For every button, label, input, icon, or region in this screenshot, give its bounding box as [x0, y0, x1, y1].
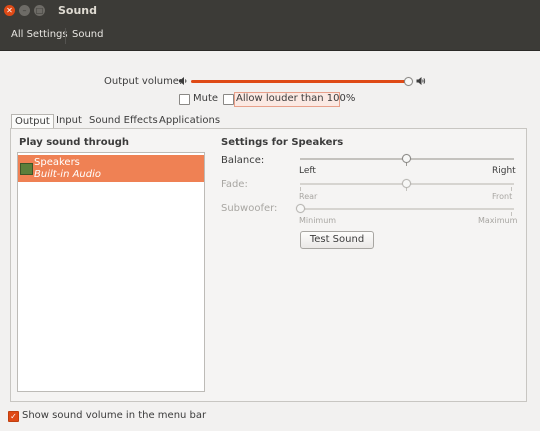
speaker-high-icon[interactable]: [416, 76, 426, 86]
subwoofer-label: Subwoofer:: [221, 203, 278, 214]
subwoofer-handle: [296, 204, 305, 213]
mute-label: Mute: [193, 93, 219, 104]
balance-label: Balance:: [221, 155, 265, 166]
output-volume-slider[interactable]: [191, 80, 409, 83]
output-device-list[interactable]: Speakers Built-in Audio: [17, 152, 205, 392]
balance-right-label: Right: [492, 166, 516, 176]
subwoofer-min-label: Minimum: [299, 216, 337, 225]
settings-toolbar: All Settings Sound: [0, 22, 540, 51]
sound-card-icon: [20, 163, 33, 175]
output-volume-handle[interactable]: [404, 77, 413, 86]
device-row-speakers[interactable]: Speakers Built-in Audio: [18, 155, 204, 182]
mute-checkbox[interactable]: [179, 94, 190, 105]
test-sound-button[interactable]: Test Sound: [300, 231, 374, 249]
close-window-button[interactable]: ✕: [4, 5, 15, 16]
show-volume-label: Show sound volume in the menu bar: [22, 410, 207, 421]
fade-right-label: Front: [492, 192, 513, 201]
allow-louder-label: Allow louder than 100%: [236, 93, 356, 104]
settings-heading: Settings for Speakers: [221, 137, 344, 148]
show-volume-checkbox[interactable]: ✓: [8, 411, 19, 422]
subwoofer-max-label: Maximum: [478, 216, 518, 225]
device-name: Speakers: [34, 157, 80, 168]
title-bar: ✕ – □ Sound: [0, 0, 540, 22]
subwoofer-slider: [300, 208, 514, 210]
sound-breadcrumb: Sound: [72, 29, 104, 40]
maximize-window-button[interactable]: □: [34, 5, 45, 16]
device-subtitle: Built-in Audio: [34, 169, 102, 180]
all-settings-button[interactable]: All Settings: [11, 29, 68, 40]
output-volume-label: Output volume:: [104, 76, 183, 87]
window-title: Sound: [58, 4, 98, 17]
fade-label: Fade:: [221, 179, 248, 190]
toolbar-separator: [65, 28, 66, 44]
balance-left-label: Left: [299, 166, 316, 176]
allow-louder-checkbox[interactable]: [223, 94, 234, 105]
play-sound-through-heading: Play sound through: [19, 137, 129, 148]
fade-end-tick: [511, 187, 512, 191]
minimize-window-button[interactable]: –: [19, 5, 30, 16]
fade-handle: [402, 179, 411, 188]
speaker-low-icon[interactable]: [178, 76, 188, 86]
balance-handle[interactable]: [402, 154, 411, 163]
fade-start-tick: [300, 187, 301, 191]
fade-left-label: Rear: [299, 192, 318, 201]
